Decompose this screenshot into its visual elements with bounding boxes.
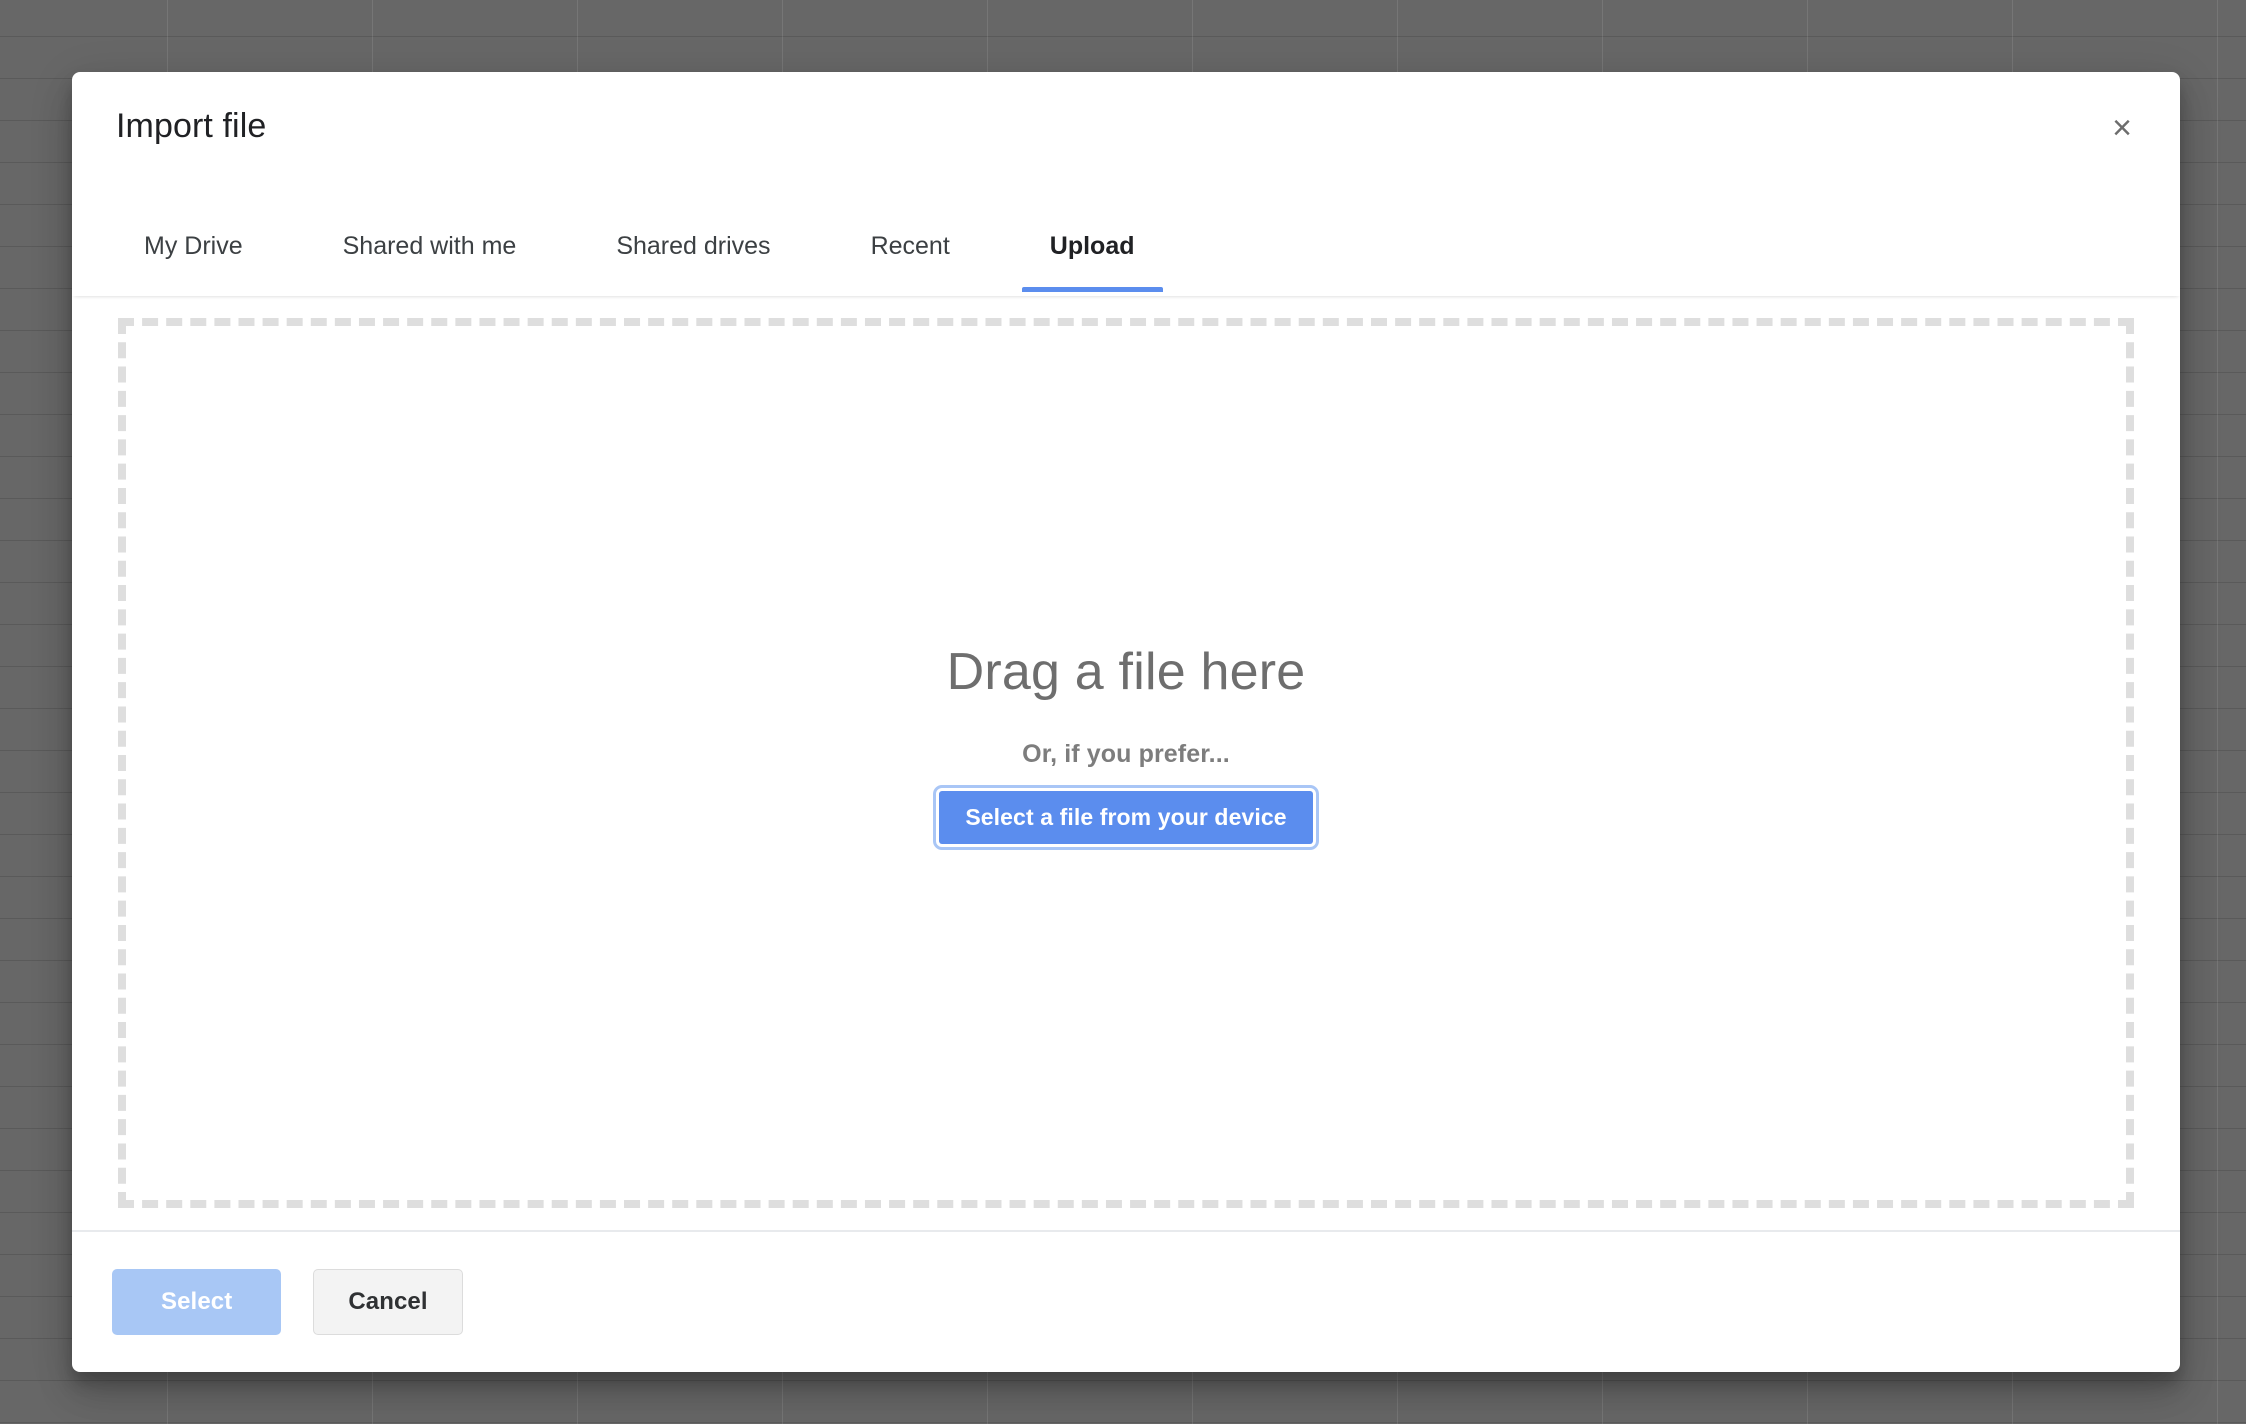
tab-bar: My Drive Shared with me Shared drives Re… <box>72 200 2180 296</box>
tab-my-drive[interactable]: My Drive <box>116 200 271 292</box>
select-button[interactable]: Select <box>112 1269 282 1335</box>
import-file-dialog: Import file × My Drive Shared with me Sh… <box>72 72 2180 1372</box>
file-dropzone[interactable]: Drag a file here Or, if you prefer... Se… <box>118 318 2134 1208</box>
tab-shared-with-me[interactable]: Shared with me <box>315 200 545 292</box>
dropzone-content: Drag a file here Or, if you prefer... Se… <box>933 643 1319 850</box>
cancel-button[interactable]: Cancel <box>313 1269 463 1335</box>
page-title: Import file <box>116 107 267 145</box>
dialog-header: Import file × <box>72 72 2180 200</box>
dropzone-subtext: Or, if you prefer... <box>1022 739 1230 768</box>
dropzone-headline: Drag a file here <box>946 643 1306 702</box>
dialog-body: Drag a file here Or, if you prefer... Se… <box>72 296 2180 1230</box>
dialog-footer: Select Cancel <box>72 1230 2180 1372</box>
select-file-from-device-button[interactable]: Select a file from your device <box>933 784 1319 850</box>
tab-shared-drives[interactable]: Shared drives <box>588 200 798 292</box>
tab-recent[interactable]: Recent <box>843 200 978 292</box>
close-icon[interactable]: × <box>2094 100 2150 156</box>
tab-upload[interactable]: Upload <box>1021 200 1163 292</box>
